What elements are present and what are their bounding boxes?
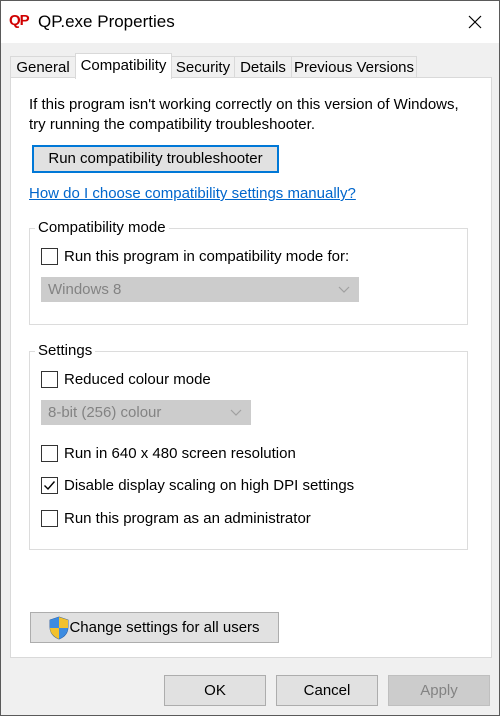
title-bar: QP QP.exe Properties [1,1,499,43]
os-version-value: Windows 8 [48,281,122,298]
change-all-users-label: Change settings for all users [69,619,260,636]
run-as-admin-label: Run this program as an administrator [64,509,311,527]
checkmark-icon [44,480,56,490]
cancel-button[interactable]: Cancel [276,675,378,706]
tab-previous-versions[interactable]: Previous Versions [291,56,417,78]
run-as-admin-row[interactable]: Run this program as an administrator [41,508,311,528]
colour-depth-value: 8-bit (256) colour [48,404,162,421]
compat-mode-checkbox-row[interactable]: Run this program in compatibility mode f… [41,246,349,266]
close-icon [468,15,482,29]
compat-mode-checkbox[interactable] [41,247,58,265]
settings-label: Settings [35,342,96,360]
os-version-select: Windows 8 [41,277,359,302]
app-icon: QP [9,12,30,29]
tab-general[interactable]: General [10,56,76,78]
reduced-colour-row[interactable]: Reduced colour mode [41,369,211,389]
tab-compatibility[interactable]: Compatibility [75,53,172,79]
change-all-users-button[interactable]: Change settings for all users [30,612,279,643]
run-as-admin-checkbox[interactable] [41,509,58,527]
reduced-colour-checkbox[interactable] [41,370,58,388]
resolution-640-label: Run in 640 x 480 screen resolution [64,444,296,462]
dpi-scaling-label: Disable display scaling on high DPI sett… [64,476,355,494]
compat-mode-checkbox-label: Run this program in compatibility mode f… [64,247,350,265]
chevron-down-icon [230,409,242,416]
window-title: QP.exe Properties [38,12,175,31]
ok-button[interactable]: OK [164,675,266,706]
reduced-colour-label: Reduced colour mode [64,370,211,388]
resolution-640-row[interactable]: Run in 640 x 480 screen resolution [41,443,296,463]
uac-shield-icon [49,616,69,640]
compatibility-panel: If this program isn't working correctly … [10,77,492,658]
manual-settings-link[interactable]: How do I choose compatibility settings m… [29,184,356,204]
compatibility-mode-label: Compatibility mode [35,219,169,237]
tab-security[interactable]: Security [171,56,235,78]
chevron-down-icon [338,286,350,293]
resolution-640-checkbox[interactable] [41,444,58,462]
tab-details[interactable]: Details [234,56,292,78]
apply-button[interactable]: Apply [388,675,490,706]
dpi-scaling-row[interactable]: Disable display scaling on high DPI sett… [41,475,354,495]
run-troubleshooter-button[interactable]: Run compatibility troubleshooter [32,145,279,173]
close-button[interactable] [451,1,499,43]
dpi-scaling-checkbox[interactable] [41,476,58,494]
intro-text: If this program isn't working correctly … [29,96,459,133]
properties-window: QP QP.exe Properties General Compatibili… [0,0,500,716]
colour-depth-select: 8-bit (256) colour [41,400,251,425]
